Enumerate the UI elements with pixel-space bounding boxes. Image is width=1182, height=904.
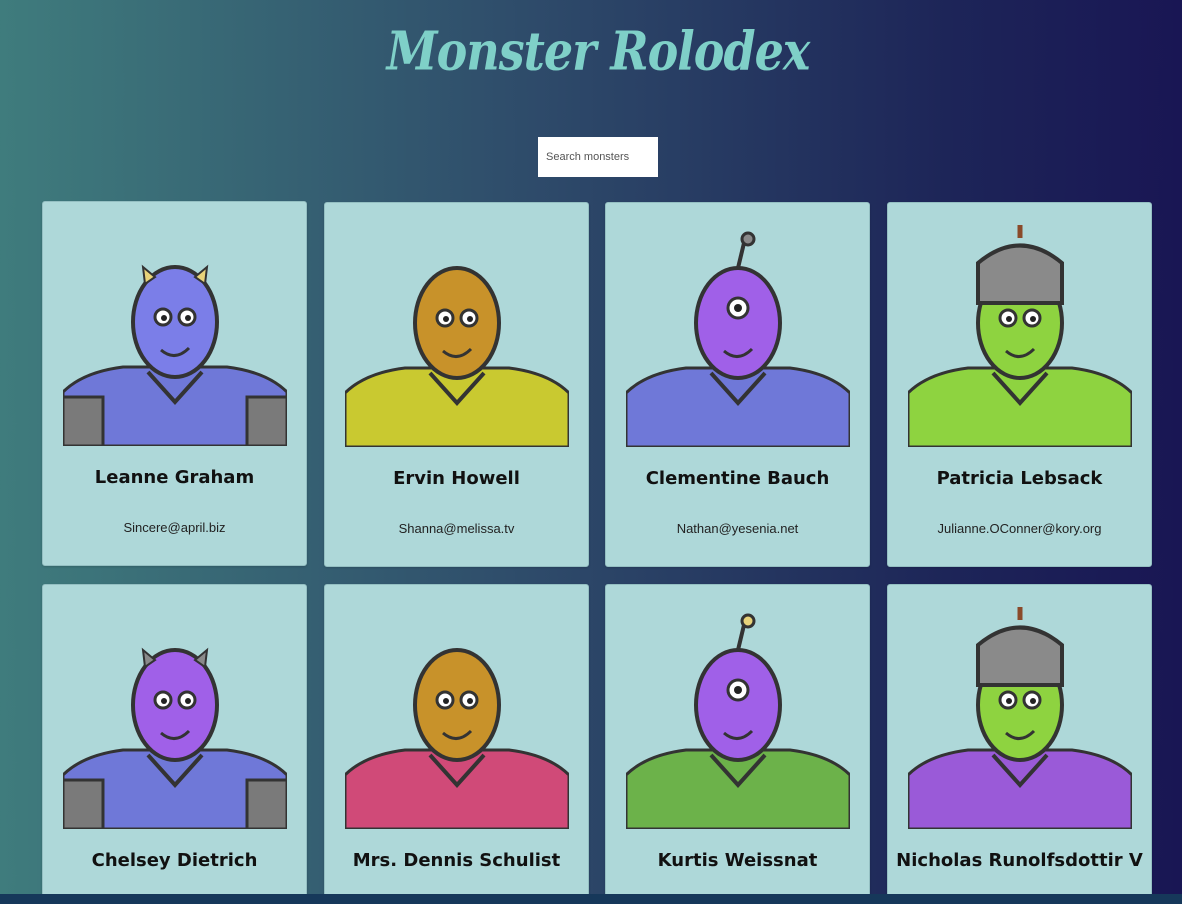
monster-avatar-image (626, 231, 850, 447)
monster-card[interactable]: Ervin Howell Shanna@melissa.tv (324, 202, 589, 567)
page-title: Monster Rolodex (386, 19, 811, 83)
search-input[interactable] (538, 137, 658, 177)
monster-avatar-image (626, 613, 850, 829)
monster-name: Patricia Lebsack (936, 468, 1103, 489)
monster-card[interactable]: Leanne Graham Sincere@april.biz (42, 201, 307, 566)
monster-name: Clementine Bauch (645, 468, 830, 489)
monster-card[interactable]: Patricia Lebsack Julianne.OConner@kory.or… (887, 202, 1152, 567)
monster-name: Ervin Howell (393, 468, 520, 489)
monster-email: Nathan@yesenia.net (676, 521, 799, 536)
monster-avatar-image (63, 264, 287, 446)
monster-avatar-image (908, 225, 1132, 447)
monster-name: Leanne Graham (94, 467, 255, 488)
monster-avatar-image (345, 266, 569, 447)
monster-name: Nicholas Runolfsdottir V (896, 850, 1143, 871)
monster-email: Julianne.OConner@kory.org (937, 521, 1102, 536)
monster-email: Sincere@april.biz (123, 520, 226, 535)
monster-card[interactable]: Mrs. Dennis Schulist (324, 584, 589, 904)
bottom-bar (0, 894, 1182, 904)
monster-email: Shanna@melissa.tv (398, 521, 515, 536)
monster-avatar-image (345, 648, 569, 829)
monster-avatar-image (908, 607, 1132, 829)
monster-name: Mrs. Dennis Schulist (352, 850, 561, 871)
monster-card[interactable]: Nicholas Runolfsdottir V (887, 584, 1152, 904)
monster-card[interactable]: Kurtis Weissnat (605, 584, 870, 904)
monster-avatar-image (63, 647, 287, 829)
monster-name: Chelsey Dietrich (91, 850, 258, 871)
monster-name: Kurtis Weissnat (657, 850, 818, 871)
monster-card[interactable]: Clementine Bauch Nathan@yesenia.net (605, 202, 870, 567)
monster-card[interactable]: Chelsey Dietrich (42, 584, 307, 904)
